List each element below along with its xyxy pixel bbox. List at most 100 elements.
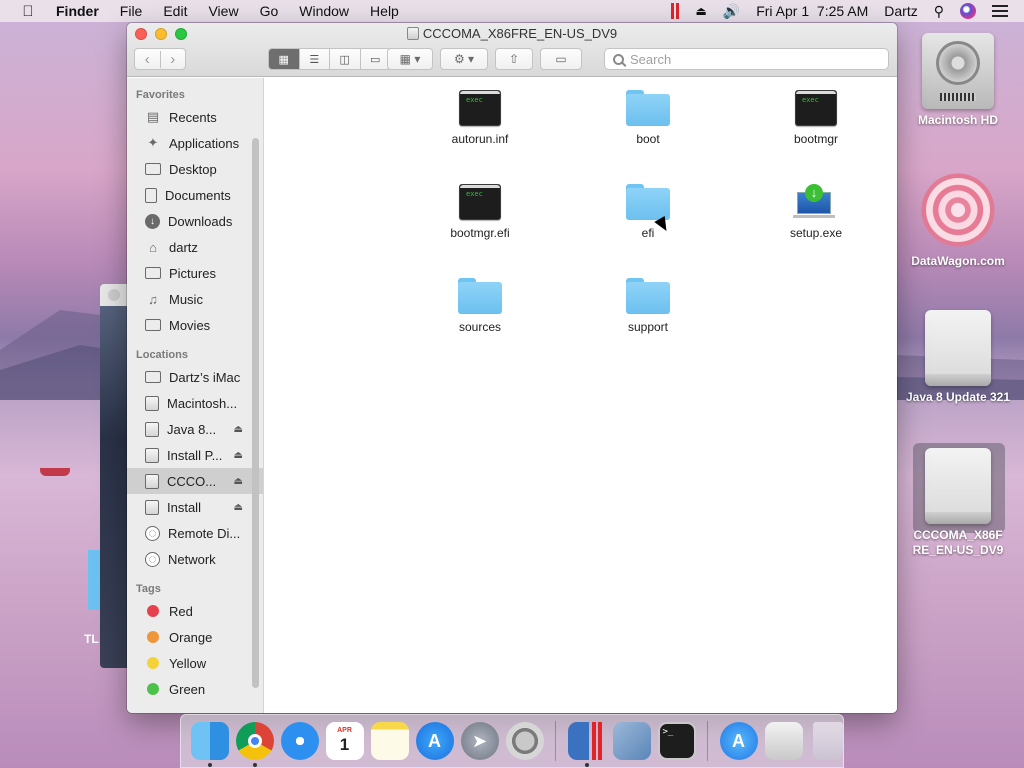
tag-color-dot-icon <box>147 605 159 617</box>
eject-icon[interactable]: ⏏ <box>234 450 243 461</box>
menu-go[interactable]: Go <box>260 3 279 19</box>
computer-icon <box>145 371 161 383</box>
list-view-button[interactable]: ☰ <box>300 49 330 69</box>
sidebar-item-imac[interactable]: Dartz’s iMac <box>127 364 263 390</box>
user-menu[interactable]: Dartz <box>884 3 917 19</box>
menu-window[interactable]: Window <box>299 3 349 19</box>
sidebar-item-java[interactable]: Java 8... ⏏ <box>127 416 263 442</box>
sidebar-item-tag-yellow[interactable]: Yellow <box>127 650 263 676</box>
sidebar-item-tag-orange[interactable]: Orange <box>127 624 263 650</box>
finder-toolbar: CCCOMA_X86FRE_EN-US_DV9 ‹ › ▦ ☰ ◫ ▭ ▦ ▾ … <box>127 23 897 77</box>
menu-help[interactable]: Help <box>370 3 399 19</box>
file-area: exec autorun.inf boot exec bootmgr exec … <box>265 78 897 713</box>
dock-safari-icon[interactable] <box>280 722 319 760</box>
eject-icon[interactable]: ⏏ <box>234 424 243 435</box>
siri-icon[interactable] <box>960 3 976 19</box>
desktop-icon-macintosh-hd[interactable]: Macintosh HD <box>898 33 1018 128</box>
sidebar-item-music[interactable]: ♫ Music <box>127 286 263 312</box>
desktop-icon-java[interactable]: Java 8 Update 321 <box>898 310 1018 405</box>
forward-button[interactable]: › <box>161 51 186 68</box>
arrange-button[interactable]: ▦ ▾ <box>387 48 433 70</box>
hard-disk-icon <box>922 33 994 109</box>
sidebar-scrollbar[interactable] <box>252 138 259 688</box>
sidebar-item-desktop[interactable]: Desktop <box>127 156 263 182</box>
sidebar-item-cccoma[interactable]: CCCO... ⏏ <box>127 468 263 494</box>
sidebar-item-remote-disc[interactable]: Remote Di... <box>127 520 263 546</box>
gallery-view-button[interactable]: ▭ <box>361 49 391 69</box>
sidebar-item-recents[interactable]: ▤ Recents <box>127 104 263 130</box>
installer-icon: ↓ <box>793 184 839 220</box>
edit-tags-button[interactable]: ▭ <box>540 48 582 70</box>
file-item[interactable]: boot <box>578 90 718 146</box>
sidebar-item-label: dartz <box>169 239 198 255</box>
executable-icon: exec <box>459 184 501 220</box>
search-input[interactable] <box>630 51 870 67</box>
file-item[interactable]: exec bootmgr.efi <box>410 184 550 240</box>
dock-parallels-icon[interactable] <box>567 722 606 767</box>
menu-file[interactable]: File <box>120 3 143 19</box>
icon-view-button[interactable]: ▦ <box>269 49 300 69</box>
dock-launchpad-icon[interactable]: ➤ <box>460 722 499 760</box>
desktop-icon-datawagon[interactable]: DataWagon.com <box>898 170 1018 269</box>
file-item[interactable]: exec autorun.inf <box>410 90 550 146</box>
sidebar-item-downloads[interactable]: ↓ Downloads <box>127 208 263 234</box>
file-item[interactable]: exec bootmgr <box>746 90 886 146</box>
file-item[interactable]: ↓ setup.exe <box>746 184 886 240</box>
apple-menu-icon[interactable]:  <box>0 3 56 20</box>
dock-chrome-icon[interactable] <box>235 722 274 767</box>
eject-menu-icon[interactable]: ⏏ <box>695 4 706 18</box>
eject-icon[interactable]: ⏏ <box>234 502 243 513</box>
column-view-button[interactable]: ◫ <box>330 49 361 69</box>
sidebar-item-applications[interactable]: ✦ Applications <box>127 130 263 156</box>
sidebar-item-home[interactable]: ⌂ dartz <box>127 234 263 260</box>
dock-separator <box>555 721 556 761</box>
sidebar-item-install-p[interactable]: Install P... ⏏ <box>127 442 263 468</box>
file-item[interactable]: support <box>578 278 718 334</box>
volume-icon[interactable]: 🔊 <box>723 3 740 20</box>
menu-edit[interactable]: Edit <box>163 3 187 19</box>
sidebar-item-network[interactable]: Network <box>127 546 263 572</box>
parallels-menu-icon[interactable] <box>671 3 680 19</box>
dock-terminal-icon[interactable]: >_ <box>657 722 696 760</box>
menu-view[interactable]: View <box>208 3 238 19</box>
search-field[interactable] <box>604 48 889 70</box>
file-label: setup.exe <box>789 226 843 240</box>
dock-trash-icon[interactable] <box>813 722 843 760</box>
dock-calendar-icon[interactable]: APR 1 <box>325 722 364 760</box>
sidebar-item-install[interactable]: Install ⏏ <box>127 494 263 520</box>
dock-finder-icon[interactable] <box>190 722 229 767</box>
dock-notes-icon[interactable] <box>370 722 409 760</box>
notification-center-icon[interactable] <box>992 5 1008 17</box>
sidebar-item-tag-green[interactable]: Green <box>127 676 263 702</box>
menu-app-finder[interactable]: Finder <box>56 3 99 19</box>
sidebar-item-documents[interactable]: Documents <box>127 182 263 208</box>
sidebar-item-pictures[interactable]: Pictures <box>127 260 263 286</box>
applications-icon: ✦ <box>147 135 159 150</box>
dock-app-store-download-icon[interactable]: A <box>719 722 758 760</box>
dock-app-store-icon[interactable]: A <box>415 722 454 760</box>
action-button[interactable]: ⚙ ▾ <box>440 48 488 70</box>
clock[interactable]: Fri Apr 1 7:25 AM <box>756 3 868 19</box>
share-button[interactable]: ⇧ <box>495 48 533 70</box>
file-label: autorun.inf <box>451 132 509 146</box>
dock-migration-assistant-icon[interactable] <box>612 722 651 760</box>
eject-icon[interactable]: ⏏ <box>234 476 243 487</box>
sidebar-item-label: Documents <box>165 187 231 203</box>
desktop-icon-cccoma[interactable]: CCCOMA_X86FRE_EN-US_DV9 <box>898 448 1018 558</box>
file-item[interactable]: sources <box>410 278 550 334</box>
back-button[interactable]: ‹ <box>135 50 161 68</box>
dock-downloads-stack-icon[interactable] <box>764 722 803 760</box>
sidebar-item-label: Downloads <box>168 213 233 229</box>
spotlight-search-icon[interactable]: ⚲ <box>934 3 944 20</box>
desktop-icon-label: CCCOMA_X86FRE_EN-US_DV9 <box>912 528 1004 557</box>
file-item[interactable]: efi <box>578 184 718 240</box>
sidebar-item-label: Network <box>168 551 216 567</box>
dock-separator <box>707 721 708 761</box>
dock-system-preferences-icon[interactable] <box>505 722 544 760</box>
sidebar-item-label: Movies <box>169 317 211 333</box>
sidebar-item-tag-red[interactable]: Red <box>127 598 263 624</box>
sidebar-item-macintosh-hd[interactable]: Macintosh... <box>127 390 263 416</box>
tag-color-dot-icon <box>147 657 159 669</box>
sidebar-item-label: Red <box>169 603 193 619</box>
sidebar-item-movies[interactable]: Movies <box>127 312 263 338</box>
